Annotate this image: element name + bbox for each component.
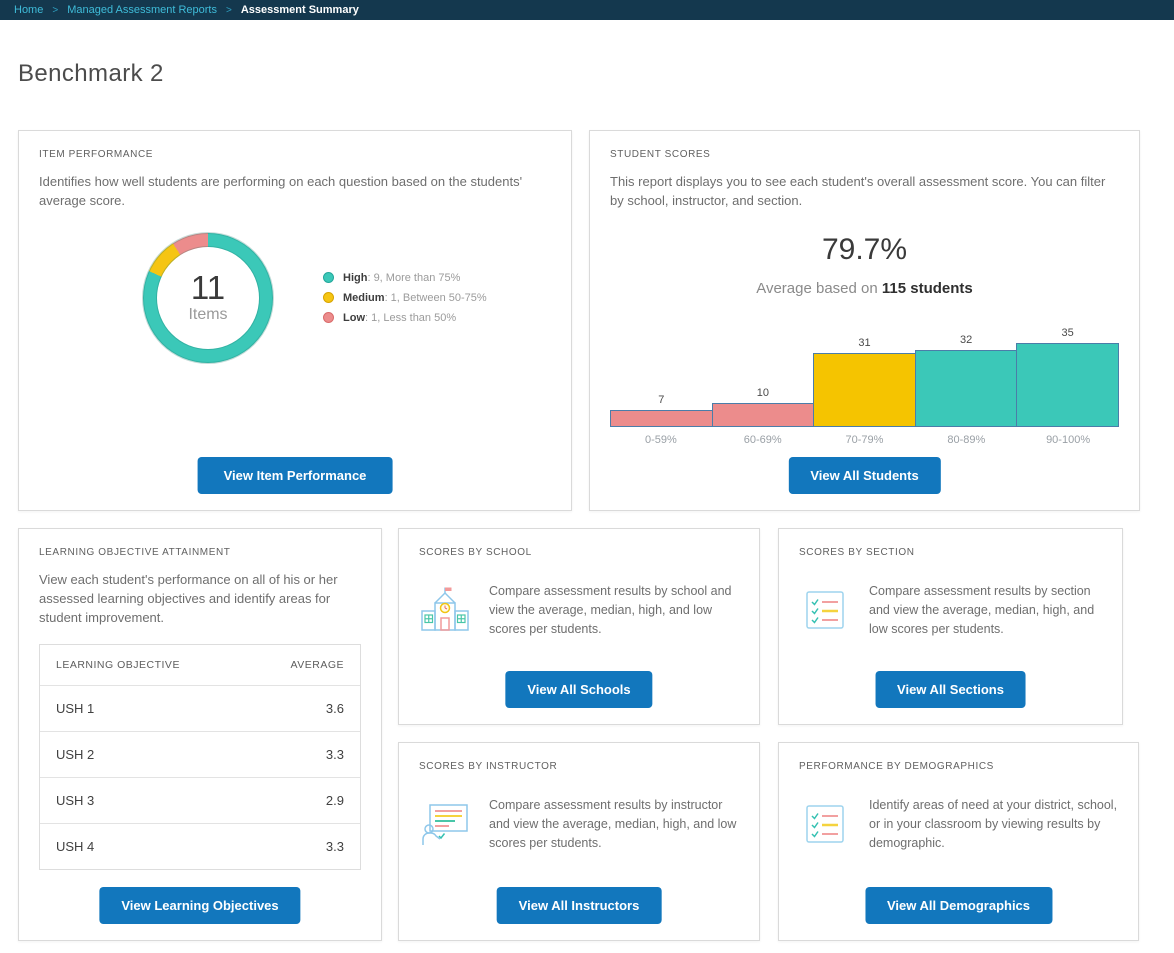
performance-by-demographics-card: PERFORMANCE BY DEMOGRAPHICS Identify are…	[778, 742, 1139, 941]
average-caption: Average based on 115 students	[610, 280, 1119, 297]
bar	[712, 403, 815, 427]
table-header: LEARNING OBJECTIVEAVERAGE	[40, 645, 360, 685]
checklist-icon	[799, 584, 851, 636]
card-description: Compare assessment results by school and…	[489, 582, 739, 638]
donut-row: 11 Items High: 9, More than 75% Medium: 1…	[39, 233, 551, 363]
scores-by-school-card: SCORES BY SCHOOL Compare assessment resu…	[398, 528, 760, 725]
bar-category-label: 60-69%	[712, 434, 814, 446]
breadcrumb-separator: >	[52, 5, 58, 16]
legend-item: Medium: 1, Between 50-75%	[323, 292, 487, 304]
school-icon	[419, 584, 471, 636]
legend-dot	[323, 312, 334, 323]
info-row: Identify areas of need at your district,…	[799, 796, 1118, 852]
bar-value-label: 31	[858, 337, 870, 349]
student-scores-card: STUDENT SCORES This report displays you …	[589, 130, 1140, 511]
breadcrumb: Home > Managed Assessment Reports > Assessme…	[0, 0, 1174, 20]
average-caption-count: 115 students	[882, 280, 973, 297]
bar-category-label: 70-79%	[814, 434, 916, 446]
item-performance-card: ITEM PERFORMANCE Identifies how well stu…	[18, 130, 572, 511]
card-description: View each student's performance on all o…	[39, 571, 361, 628]
bar	[915, 350, 1018, 427]
card-title: SCORES BY INSTRUCTOR	[419, 761, 739, 772]
card-title: STUDENT SCORES	[610, 149, 1119, 160]
breadcrumb-separator: >	[226, 5, 232, 16]
breadcrumb-item[interactable]: Home	[14, 4, 43, 16]
learning-objectives-table: LEARNING OBJECTIVEAVERAGEUSH 13.6USH 23.…	[39, 644, 361, 870]
table-row: USH 23.3	[40, 731, 360, 777]
checklist-icon	[799, 798, 851, 850]
learning-objective-attainment-card: LEARNING OBJECTIVE ATTAINMENT View each …	[18, 528, 382, 941]
page-title: Benchmark 2	[18, 60, 164, 88]
view-all-students-button[interactable]: View All Students	[788, 457, 940, 494]
donut-center-label: Items	[188, 306, 227, 324]
card-title: PERFORMANCE BY DEMOGRAPHICS	[799, 761, 1118, 772]
view-all-schools-button[interactable]: View All Schools	[505, 671, 652, 708]
breadcrumb-item[interactable]: Managed Assessment Reports	[67, 4, 217, 16]
card-title: ITEM PERFORMANCE	[39, 149, 551, 160]
card-description: Compare assessment results by section an…	[869, 582, 1102, 638]
bar-column: 10	[712, 387, 815, 427]
view-all-sections-button[interactable]: View All Sections	[875, 671, 1026, 708]
info-row: Compare assessment results by school and…	[419, 582, 739, 638]
bar-column: 35	[1016, 327, 1119, 427]
average-score: 79.7%	[610, 233, 1119, 267]
bar-category-label: 0-59%	[610, 434, 712, 446]
view-all-demographics-button[interactable]: View All Demographics	[865, 887, 1052, 924]
average-caption-prefix: Average based on	[756, 280, 878, 297]
bar-column: 31	[813, 337, 916, 427]
card-title: LEARNING OBJECTIVE ATTAINMENT	[39, 547, 361, 558]
bar-category-label: 90-100%	[1017, 434, 1119, 446]
legend-dot	[323, 272, 334, 283]
legend-item: High: 9, More than 75%	[323, 272, 487, 284]
table-row: USH 13.6	[40, 685, 360, 731]
bar-value-label: 10	[757, 387, 769, 399]
card-description: Compare assessment results by instructor…	[489, 796, 739, 852]
table-row: USH 32.9	[40, 777, 360, 823]
card-title: SCORES BY SCHOOL	[419, 547, 739, 558]
view-all-instructors-button[interactable]: View All Instructors	[497, 887, 662, 924]
card-description: Identifies how well students are perform…	[39, 173, 551, 211]
scores-by-section-card: SCORES BY SECTION Compare assessment res…	[778, 528, 1123, 725]
student-scores-bar-chart: 7 10 31 32 35 0-59%60-69%70-79%80-89%90-100%	[610, 327, 1119, 446]
scores-by-instructor-card: SCORES BY INSTRUCTOR Compare assessment …	[398, 742, 760, 941]
bar	[610, 410, 713, 427]
bar-value-label: 32	[960, 334, 972, 346]
card-title: SCORES BY SECTION	[799, 547, 1102, 558]
info-row: Compare assessment results by instructor…	[419, 796, 739, 852]
donut-center: 11 Items	[157, 247, 259, 349]
bar-category-label: 80-89%	[915, 434, 1017, 446]
bar	[813, 353, 916, 427]
legend-item: Low: 1, Less than 50%	[323, 312, 487, 324]
presentation-icon	[419, 798, 471, 850]
view-learning-objectives-button[interactable]: View Learning Objectives	[99, 887, 300, 924]
item-performance-donut: 11 Items	[143, 233, 273, 363]
bar-column: 7	[610, 394, 713, 427]
bar-column: 32	[915, 334, 1018, 427]
donut-center-value: 11	[191, 271, 225, 304]
bar-value-label: 7	[658, 394, 664, 406]
card-description: Identify areas of need at your district,…	[869, 796, 1118, 852]
info-row: Compare assessment results by section an…	[799, 582, 1102, 638]
table-row: USH 43.3	[40, 823, 360, 869]
bar	[1016, 343, 1119, 427]
bar-value-label: 35	[1062, 327, 1074, 339]
card-description: This report displays you to see each stu…	[610, 173, 1119, 211]
legend-dot	[323, 292, 334, 303]
donut-legend: High: 9, More than 75% Medium: 1, Between…	[323, 264, 487, 332]
breadcrumb-item: Assessment Summary	[241, 4, 359, 16]
view-item-performance-button[interactable]: View Item Performance	[198, 457, 393, 494]
